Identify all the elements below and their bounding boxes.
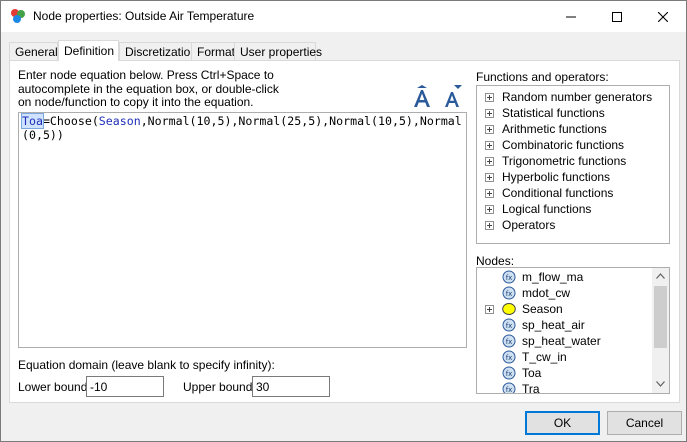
- expand-icon[interactable]: [485, 92, 494, 102]
- tree-item[interactable]: Arithmetic functions: [485, 121, 607, 137]
- expand-icon[interactable]: [485, 124, 494, 134]
- tree-item[interactable]: Hyperbolic functions: [485, 169, 610, 185]
- nodes-scrollbar[interactable]: [652, 268, 669, 393]
- tree-item[interactable]: Random number generators: [485, 89, 652, 105]
- decrease-font-size-icon[interactable]: [441, 85, 463, 109]
- increase-font-size-icon[interactable]: [411, 85, 433, 109]
- equation-target: Toa: [21, 113, 44, 129]
- tree-item[interactable]: Operators: [485, 217, 555, 233]
- list-item[interactable]: fx sp_heat_water: [485, 333, 601, 349]
- maximize-button[interactable]: [594, 1, 640, 32]
- tab-user-properties[interactable]: User properties: [234, 42, 322, 60]
- svg-text:fx: fx: [506, 386, 513, 394]
- tree-item-label: Combinatoric functions: [502, 138, 625, 152]
- tab-definition[interactable]: Definition: [58, 40, 119, 61]
- tree-item-label: Trigonometric functions: [502, 154, 627, 168]
- tree-item[interactable]: Trigonometric functions: [485, 153, 626, 169]
- list-item[interactable]: fx mdot_cw: [485, 285, 570, 301]
- continuous-node-icon: fx: [502, 286, 516, 300]
- tree-item[interactable]: Statistical functions: [485, 105, 605, 121]
- instruction-line: Enter node equation below. Press Ctrl+Sp…: [18, 68, 274, 82]
- tab-discretization[interactable]: Discretization: [119, 42, 201, 60]
- node-label: sp_heat_water: [522, 334, 601, 348]
- tree-item-label: Arithmetic functions: [502, 122, 607, 136]
- expand-icon[interactable]: [485, 156, 494, 166]
- expand-icon[interactable]: [485, 172, 494, 182]
- maximize-icon: [612, 11, 622, 22]
- expand-icon[interactable]: [485, 220, 494, 230]
- equation-instructions: Enter node equation below. Press Ctrl+Sp…: [18, 68, 288, 110]
- continuous-node-icon: fx: [502, 382, 516, 394]
- svg-text:fx: fx: [506, 290, 513, 298]
- node-label: mdot_cw: [522, 286, 571, 300]
- tree-item[interactable]: Logical functions: [485, 201, 591, 217]
- nodes-label: Nodes:: [476, 254, 515, 268]
- window-title: Node properties: Outside Air Temperature: [33, 9, 255, 23]
- ok-button[interactable]: OK: [525, 411, 600, 435]
- lower-bound-input[interactable]: -10: [86, 376, 164, 397]
- svg-text:fx: fx: [506, 354, 513, 362]
- scroll-down-icon[interactable]: [656, 381, 665, 387]
- tree-item-label: Logical functions: [502, 202, 592, 216]
- upper-bound-input[interactable]: 30: [252, 376, 330, 397]
- cancel-button[interactable]: Cancel: [607, 411, 682, 435]
- node-label: T_cw_in: [522, 350, 567, 364]
- nodes-list: fx m_flow_ma fx mdot_cw Season fx sp_hea…: [476, 267, 670, 394]
- svg-text:fx: fx: [506, 370, 513, 378]
- continuous-node-icon: fx: [502, 350, 516, 364]
- continuous-node-icon: fx: [502, 366, 516, 380]
- minimize-icon: [566, 16, 576, 17]
- title-bar[interactable]: Node properties: Outside Air Temperature: [1, 1, 686, 32]
- equation-domain-label: Equation domain (leave blank to specify …: [18, 358, 275, 372]
- svg-text:fx: fx: [506, 274, 513, 282]
- scroll-up-icon[interactable]: [656, 273, 665, 279]
- tree-item-label: Operators: [502, 218, 556, 232]
- node-properties-dialog: Node properties: Outside Air Temperature…: [0, 0, 687, 442]
- list-item[interactable]: fx Toa: [485, 365, 541, 381]
- node-label: Toa: [522, 366, 542, 380]
- list-item[interactable]: fx Tra: [485, 381, 540, 394]
- svg-text:fx: fx: [506, 338, 513, 346]
- app-icon: [11, 9, 25, 23]
- close-button[interactable]: [640, 1, 686, 32]
- tree-item-label: Hyperbolic functions: [502, 170, 611, 184]
- continuous-node-icon: fx: [502, 270, 516, 284]
- equation-editor[interactable]: Toa=Choose(Season,Normal(10,5),Normal(25…: [18, 112, 467, 348]
- continuous-node-icon: fx: [502, 334, 516, 348]
- node-label: Season: [522, 302, 563, 316]
- expand-icon[interactable]: [485, 188, 494, 198]
- minimize-button[interactable]: [548, 1, 594, 32]
- functions-label: Functions and operators:: [476, 70, 609, 84]
- list-item[interactable]: fx sp_heat_air: [485, 317, 585, 333]
- expand-icon[interactable]: [485, 108, 494, 118]
- tree-item[interactable]: Combinatoric functions: [485, 137, 624, 153]
- tab-general[interactable]: General: [9, 42, 58, 60]
- node-label: Tra: [522, 382, 540, 394]
- lower-bound-label: Lower bound:: [18, 380, 91, 394]
- continuous-node-icon: fx: [502, 318, 516, 332]
- scrollbar-thumb[interactable]: [654, 286, 667, 348]
- instruction-line: autocomplete in the equation box, or dou…: [18, 81, 279, 96]
- expand-icon[interactable]: [485, 304, 494, 314]
- tree-item-label: Random number generators: [502, 90, 653, 104]
- instruction-line: on node/function to copy it into the equ…: [18, 95, 254, 109]
- tab-format[interactable]: Format: [191, 42, 236, 60]
- node-label: m_flow_ma: [522, 270, 584, 284]
- tree-item-label: Statistical functions: [502, 106, 605, 120]
- expand-icon[interactable]: [485, 140, 494, 150]
- close-icon: [658, 11, 668, 22]
- tree-item-label: Conditional functions: [502, 186, 614, 200]
- discrete-node-icon: [502, 303, 516, 315]
- equation-text: =Choose(: [42, 114, 99, 128]
- equation-variable: Season: [98, 114, 141, 128]
- expand-icon[interactable]: [485, 204, 494, 214]
- list-item[interactable]: fx m_flow_ma: [485, 269, 583, 285]
- upper-bound-label: Upper bound:: [183, 380, 256, 394]
- node-label: sp_heat_air: [522, 318, 585, 332]
- tree-item[interactable]: Conditional functions: [485, 185, 613, 201]
- svg-text:fx: fx: [506, 322, 513, 330]
- list-item[interactable]: fx T_cw_in: [485, 349, 567, 365]
- list-item[interactable]: Season: [485, 301, 563, 317]
- functions-tree: Random number generators Statistical fun…: [476, 85, 670, 244]
